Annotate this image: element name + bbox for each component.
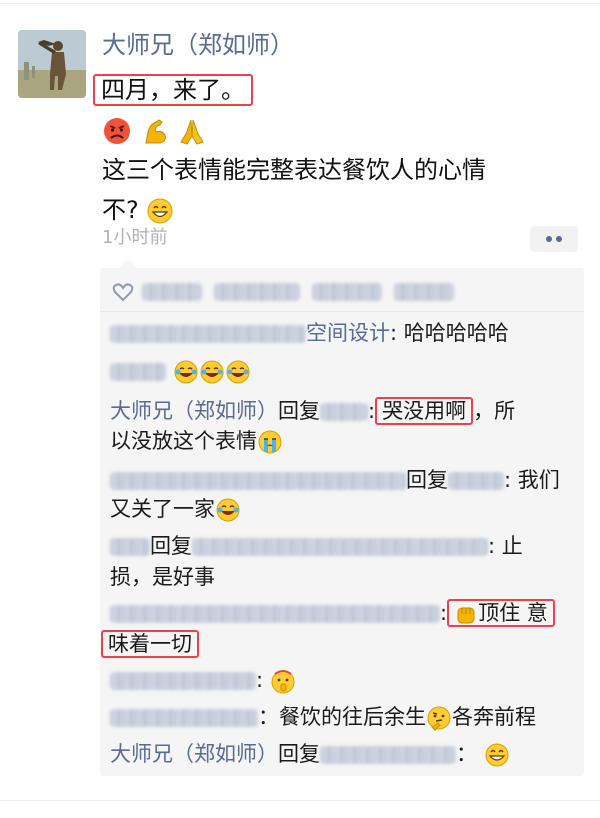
highlighted-comment-text: 哭没用啊: [375, 397, 474, 425]
comment-colon: :: [504, 468, 512, 492]
post-author-name[interactable]: 大师兄（郑如师）: [102, 28, 294, 62]
comment-4-line-2[interactable]: 又关了一家: [110, 493, 580, 525]
post-line-3: 这三个表情能完整表达餐饮人的心情: [102, 156, 486, 184]
raised-fist-icon: [457, 607, 475, 624]
post-line-4-text: 不?: [102, 196, 139, 224]
flexed-biceps-icon: [145, 119, 166, 144]
laughing-tears-icon: [226, 360, 250, 384]
heart-icon: [112, 283, 134, 302]
post-content: 四月，来了。 这三个表情能完整表达餐饮人的心情 不?: [93, 70, 572, 230]
laughing-tears-icon: [216, 498, 240, 522]
reply-target-blurred[interactable]: [192, 538, 488, 556]
shushing-face-icon: [271, 670, 295, 694]
comment-6[interactable]: : 顶住 意: [110, 597, 580, 629]
comment-9[interactable]: 大师兄（郑如师）回复 ：: [110, 738, 580, 770]
ellipsis-icon: [546, 236, 562, 242]
comment-author[interactable]: 大师兄（郑如师）: [110, 742, 278, 766]
likes-row: [112, 280, 454, 304]
comment-5[interactable]: 回复: 止: [110, 530, 580, 562]
comment-text: 哈哈哈哈哈: [403, 321, 509, 345]
comment-author-blurred[interactable]: [110, 672, 256, 690]
comment-5-line-2[interactable]: 损，是好事: [110, 561, 580, 593]
comment-author-blurred[interactable]: [110, 363, 166, 381]
moments-post: 大师兄（郑如师） 四月，来了。 这三个表情能完整表达餐饮人的心情 不? 1小时前…: [0, 0, 600, 818]
post-timestamp: 1小时前: [102, 227, 168, 248]
comment-author-blurred[interactable]: [110, 472, 406, 490]
liker-name[interactable]: [142, 283, 202, 301]
reply-word: 回复: [150, 534, 192, 558]
thinking-face-icon: [427, 706, 451, 731]
comment-colon: ：: [456, 742, 477, 766]
comment-colon: :: [390, 321, 398, 345]
highlighted-comment-text: 味着一切: [101, 630, 199, 658]
reply-target-blurred[interactable]: [320, 746, 456, 764]
grinning-face-icon: [485, 743, 509, 767]
liker-name[interactable]: [394, 283, 454, 301]
avatar-image: [18, 30, 86, 98]
post-line-1: 四月，来了。: [93, 70, 572, 110]
reply-word: 回复: [278, 742, 320, 766]
comment-text: ，所: [473, 399, 516, 423]
comment-colon: ：: [258, 705, 279, 729]
comment-text: 我们: [517, 468, 560, 492]
highlighted-comment-text-value: 顶住 意: [478, 601, 548, 625]
comment-3-line-2[interactable]: 以没放这个表情: [110, 425, 580, 457]
avatar[interactable]: [18, 30, 86, 98]
comment-author-blurred[interactable]: [110, 325, 306, 343]
comment-colon: :: [488, 534, 496, 558]
comment-text: 损，是好事: [110, 565, 215, 589]
likes-divider: [100, 311, 584, 312]
reply-word: 回复: [278, 399, 320, 423]
post-emoji-line: [102, 110, 572, 150]
comment-author-suffix[interactable]: 空间设计: [306, 321, 390, 345]
comment-7[interactable]: :: [110, 664, 580, 696]
comment-author[interactable]: 大师兄（郑如师）: [110, 399, 278, 423]
comment-author-blurred[interactable]: [110, 605, 440, 623]
comment-3[interactable]: 大师兄（郑如师）回复: 哭没用啊 ，所: [110, 395, 580, 427]
laughing-tears-icon: [200, 360, 224, 384]
reply-target-blurred[interactable]: [320, 403, 368, 421]
comment-text: 止: [501, 534, 523, 558]
comment-text: 各奔前程: [452, 705, 536, 729]
comment-1[interactable]: 空间设计: 哈哈哈哈哈: [110, 317, 580, 349]
comment-colon: :: [256, 668, 264, 692]
top-divider: [0, 3, 600, 4]
highlighted-comment-text: 顶住 意: [447, 599, 555, 627]
comment-text: 餐饮的往后余生: [279, 705, 426, 729]
comment-author-blurred[interactable]: [110, 538, 150, 556]
highlighted-post-text: 四月，来了。: [93, 74, 253, 106]
comment-text: 以没放这个表情: [110, 429, 257, 453]
laughing-tears-icon: [174, 360, 198, 384]
reply-target-blurred[interactable]: [448, 472, 504, 490]
post-line-4: 不?: [102, 190, 572, 230]
liker-name[interactable]: [312, 283, 382, 301]
comment-2[interactable]: [110, 355, 580, 387]
more-options-button[interactable]: [530, 226, 578, 252]
comment-text: 又关了一家: [110, 497, 215, 521]
comment-8[interactable]: ：餐饮的往后余生 各奔前程: [110, 701, 580, 733]
folded-hands-icon: [180, 119, 205, 145]
comment-4[interactable]: 回复: 我们: [110, 464, 580, 496]
reply-word: 回复: [406, 468, 448, 492]
loudly-crying-face-icon: [258, 430, 282, 454]
angry-face-icon: [104, 118, 130, 144]
bottom-divider: [0, 800, 600, 801]
liker-name[interactable]: [214, 283, 300, 301]
comment-author-blurred[interactable]: [110, 709, 258, 727]
comment-6-line-2[interactable]: 味着一切: [101, 628, 580, 660]
grinning-face-icon: [147, 198, 173, 224]
